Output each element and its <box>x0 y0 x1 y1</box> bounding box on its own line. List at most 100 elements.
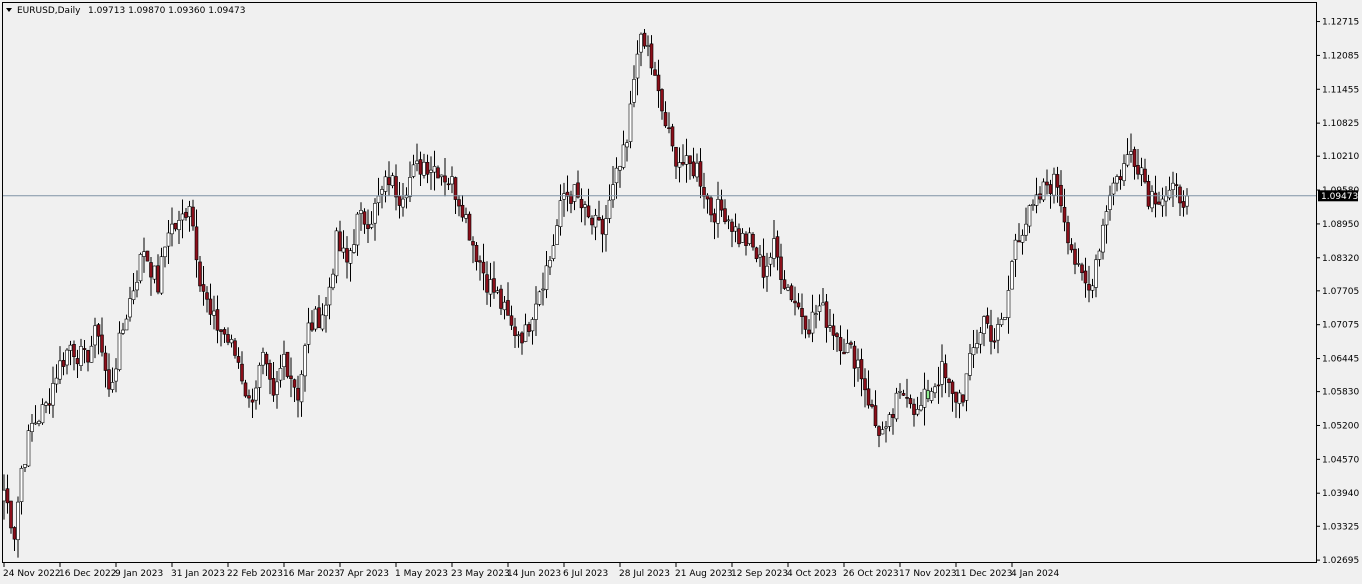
candle-body-up <box>733 226 738 232</box>
candle-body-up <box>1010 261 1014 290</box>
candle-body-up <box>639 33 643 53</box>
candle-body-up <box>415 160 419 164</box>
x-tick-label: 6 Jul 2023 <box>563 569 608 579</box>
y-tick-label: 1.05200 <box>1322 421 1359 431</box>
candle-body-down <box>233 340 237 356</box>
candle-body-down <box>527 324 531 332</box>
candle-body-up <box>331 273 335 289</box>
candle-body-down <box>751 234 755 248</box>
candle-body-up <box>1020 234 1025 243</box>
candle-body-up <box>1006 290 1011 318</box>
candle-body-down <box>649 43 654 69</box>
candle-body-down <box>849 342 853 345</box>
candle-body-down <box>215 309 220 331</box>
candle-body-up <box>821 302 825 306</box>
candle-body-down <box>1132 149 1137 167</box>
candle-body-down <box>247 395 251 399</box>
candle-body-down <box>481 261 486 274</box>
candle-body-up <box>383 176 388 192</box>
candle-body-up <box>726 219 731 222</box>
candle-body-up <box>814 313 818 315</box>
candle-body-down <box>947 378 951 383</box>
candle-body-up <box>257 364 262 388</box>
candle-body-down <box>912 403 916 415</box>
candle <box>894 387 899 422</box>
candle-body-up <box>747 232 752 244</box>
candle-body-up <box>159 256 164 294</box>
candle-body-down <box>1038 193 1042 200</box>
candle-body-down <box>1087 283 1091 291</box>
candle-body-up <box>411 164 416 177</box>
candle-body-down <box>702 187 706 197</box>
candle-body-up <box>618 166 622 171</box>
candle <box>467 211 472 241</box>
candle-body-down <box>285 351 290 377</box>
candle-body-up <box>16 501 20 541</box>
candle-body-down <box>926 390 930 399</box>
candle-body-up <box>1129 151 1133 155</box>
candle-body-down <box>579 198 584 209</box>
candle-body-down <box>345 248 349 263</box>
x-tick-label: 17 Nov 2023 <box>899 569 957 579</box>
candle-body-up <box>716 199 720 224</box>
x-tick-label: 31 Jan 2023 <box>171 569 225 579</box>
candle-body-down <box>901 393 906 396</box>
candle-body-up <box>334 230 339 277</box>
candle-body-up <box>544 265 549 290</box>
candle-body-down <box>310 322 314 331</box>
candle-body-up <box>2 489 6 502</box>
candle-body-up <box>541 288 545 291</box>
candle-body-down <box>597 217 601 221</box>
candle-body-down <box>656 74 661 92</box>
candle-body-down <box>145 250 150 262</box>
candle-body-down <box>642 32 647 47</box>
candle <box>1003 317 1007 321</box>
x-tick-label: 9 Jan 2023 <box>115 569 163 579</box>
candle-body-down <box>240 363 244 382</box>
candle-body-down <box>807 329 811 335</box>
candle-body-up <box>352 244 356 253</box>
candle-body-down <box>443 175 447 183</box>
candle-body-up <box>583 204 587 208</box>
candle-body-down <box>47 403 52 406</box>
candle <box>26 424 31 468</box>
candle-body-up <box>607 199 612 219</box>
candle-body-down <box>506 300 510 316</box>
candle-body-up <box>516 334 521 337</box>
candle-body-down <box>793 300 797 304</box>
candle-body-up <box>355 213 360 246</box>
candle-body-down <box>457 199 461 207</box>
candle-body-down <box>576 182 580 198</box>
candle-body-up <box>957 392 962 404</box>
candle-body-up <box>177 220 181 231</box>
y-tick-label: 1.07705 <box>1322 287 1359 297</box>
candle-body-down <box>292 379 297 388</box>
candle-body-down <box>800 308 804 317</box>
candle-body-down <box>653 69 657 76</box>
candle <box>1010 259 1014 290</box>
x-tick-label: 1 May 2023 <box>395 569 448 579</box>
candle-body-up <box>884 426 888 429</box>
candle-body-up <box>450 176 454 185</box>
x-tick-label: 16 Dec 2022 <box>59 569 117 579</box>
candle-body-up <box>933 386 937 394</box>
candle-body-up <box>1013 239 1018 260</box>
candle-body-up <box>131 290 136 300</box>
candle-body-down <box>1066 222 1070 244</box>
candle-body-up <box>341 247 346 253</box>
candle-body-up <box>817 305 822 312</box>
candle-body-down <box>859 359 864 380</box>
y-tick-label: 1.10210 <box>1322 152 1359 162</box>
candle-body-up <box>33 422 38 425</box>
candlestick-chart[interactable]: 1.127151.120851.114551.108251.102101.095… <box>0 0 1362 584</box>
candle-body-up <box>1076 263 1081 265</box>
candle-body-down <box>509 315 514 326</box>
candle <box>285 351 290 379</box>
candle-body-down <box>446 183 451 186</box>
candle-body-up <box>37 420 41 424</box>
candle-body-down <box>1136 165 1140 175</box>
candle-body-up <box>275 381 279 395</box>
candle-body-down <box>754 247 759 259</box>
candle-body-down <box>82 348 87 350</box>
candle-body-down <box>863 378 867 391</box>
